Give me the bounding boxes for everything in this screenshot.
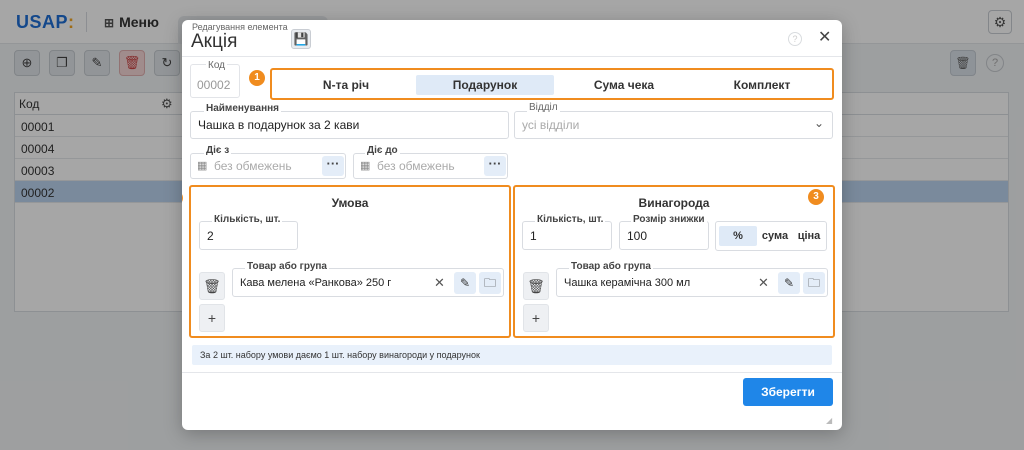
code-value: 00002 <box>197 78 231 92</box>
condition-product-input[interactable]: Кава мелена «Ранкова» 250 г ✕ ✎ 🗀 <box>232 268 504 297</box>
code-label: Код <box>206 60 228 71</box>
condition-quantity-input[interactable]: 2 <box>199 221 298 250</box>
clear-icon[interactable]: ✕ <box>758 275 769 291</box>
reward-title: Винагорода <box>638 196 710 210</box>
reward-quantity-label: Кількість, шт. <box>535 214 606 225</box>
resize-handle-icon[interactable]: ◢ <box>826 416 832 425</box>
condition-panel: Умова 2 Кількість, шт. 🗑 Кава мелена «Ра… <box>189 185 511 338</box>
close-icon[interactable]: ✕ <box>818 29 831 47</box>
calendar-icon: ▦ <box>197 160 208 172</box>
edit-pencil-icon[interactable]: ✎ <box>454 272 476 294</box>
discount-size-label: Розмір знижки <box>631 214 707 225</box>
footer-divider <box>182 372 842 373</box>
clear-icon[interactable]: ✕ <box>434 275 445 291</box>
discount-size-input[interactable]: 100 <box>619 221 709 250</box>
discount-mode-selector: % сума ціна <box>715 221 827 251</box>
help-icon[interactable]: ? <box>788 32 802 46</box>
condition-add-plus-icon[interactable]: + <box>199 304 225 332</box>
edit-pencil-icon[interactable]: ✎ <box>778 272 800 294</box>
folder-icon[interactable]: 🗀 <box>803 272 825 294</box>
date-to-input[interactable]: ▦ без обмежень ··· <box>353 153 508 179</box>
name-label: Найменування <box>204 103 281 114</box>
tab-receipt-sum[interactable]: Сума чека <box>554 75 694 95</box>
reward-product-input[interactable]: Чашка керамічна 300 мл ✕ ✎ 🗀 <box>556 268 828 297</box>
tab-gift[interactable]: Подарунок <box>416 75 554 95</box>
callout-badge-1: 1 <box>249 70 265 86</box>
reward-delete-trash-icon[interactable]: 🗑 <box>523 272 549 300</box>
discount-mode-sum[interactable]: сума <box>757 226 793 246</box>
chevron-down-icon: ⌄ <box>813 116 824 130</box>
edit-promotion-dialog: Редагування елемента Акція 💾 ? ✕ Код 000… <box>182 20 842 430</box>
date-to-picker-button[interactable]: ··· <box>484 156 506 176</box>
save-button[interactable]: Зберегти <box>743 378 833 406</box>
header-divider <box>182 56 842 57</box>
department-select[interactable]: усі відділи ⌄ <box>514 111 833 139</box>
save-disk-icon[interactable]: 💾 <box>291 29 311 49</box>
promotion-type-tabs: N-та річ Подарунок Сума чека Комплект <box>270 68 834 100</box>
date-to-label: Діє до <box>365 145 400 156</box>
reward-panel: Винагорода 1 Кількість, шт. 100 Розмір з… <box>513 185 835 338</box>
condition-title: Умова <box>331 196 369 210</box>
date-from-picker-button[interactable]: ··· <box>322 156 344 176</box>
folder-icon[interactable]: 🗀 <box>479 272 501 294</box>
tab-bundle[interactable]: Комплект <box>694 75 830 95</box>
date-from-input[interactable]: ▦ без обмежень ··· <box>190 153 346 179</box>
tab-nth-item[interactable]: N-та річ <box>276 75 416 95</box>
dialog-title: Акція <box>191 31 238 52</box>
condition-product-label: Товар або група <box>245 261 329 272</box>
discount-mode-percent[interactable]: % <box>719 226 757 246</box>
reward-quantity-input[interactable]: 1 <box>522 221 612 250</box>
condition-delete-trash-icon[interactable]: 🗑 <box>199 272 225 300</box>
department-label: Відділ <box>527 102 560 113</box>
callout-badge-2: 2 <box>182 190 183 206</box>
name-input[interactable]: Чашка в подарунок за 2 кави <box>190 111 509 139</box>
reward-product-label: Товар або група <box>569 261 653 272</box>
discount-mode-price[interactable]: ціна <box>793 226 825 246</box>
promotion-hint: За 2 шт. набору умови даємо 1 шт. набору… <box>192 345 832 365</box>
condition-quantity-label: Кількість, шт. <box>212 214 283 225</box>
date-from-label: Діє з <box>204 145 232 156</box>
calendar-icon: ▦ <box>360 160 371 172</box>
reward-add-plus-icon[interactable]: + <box>523 304 549 332</box>
